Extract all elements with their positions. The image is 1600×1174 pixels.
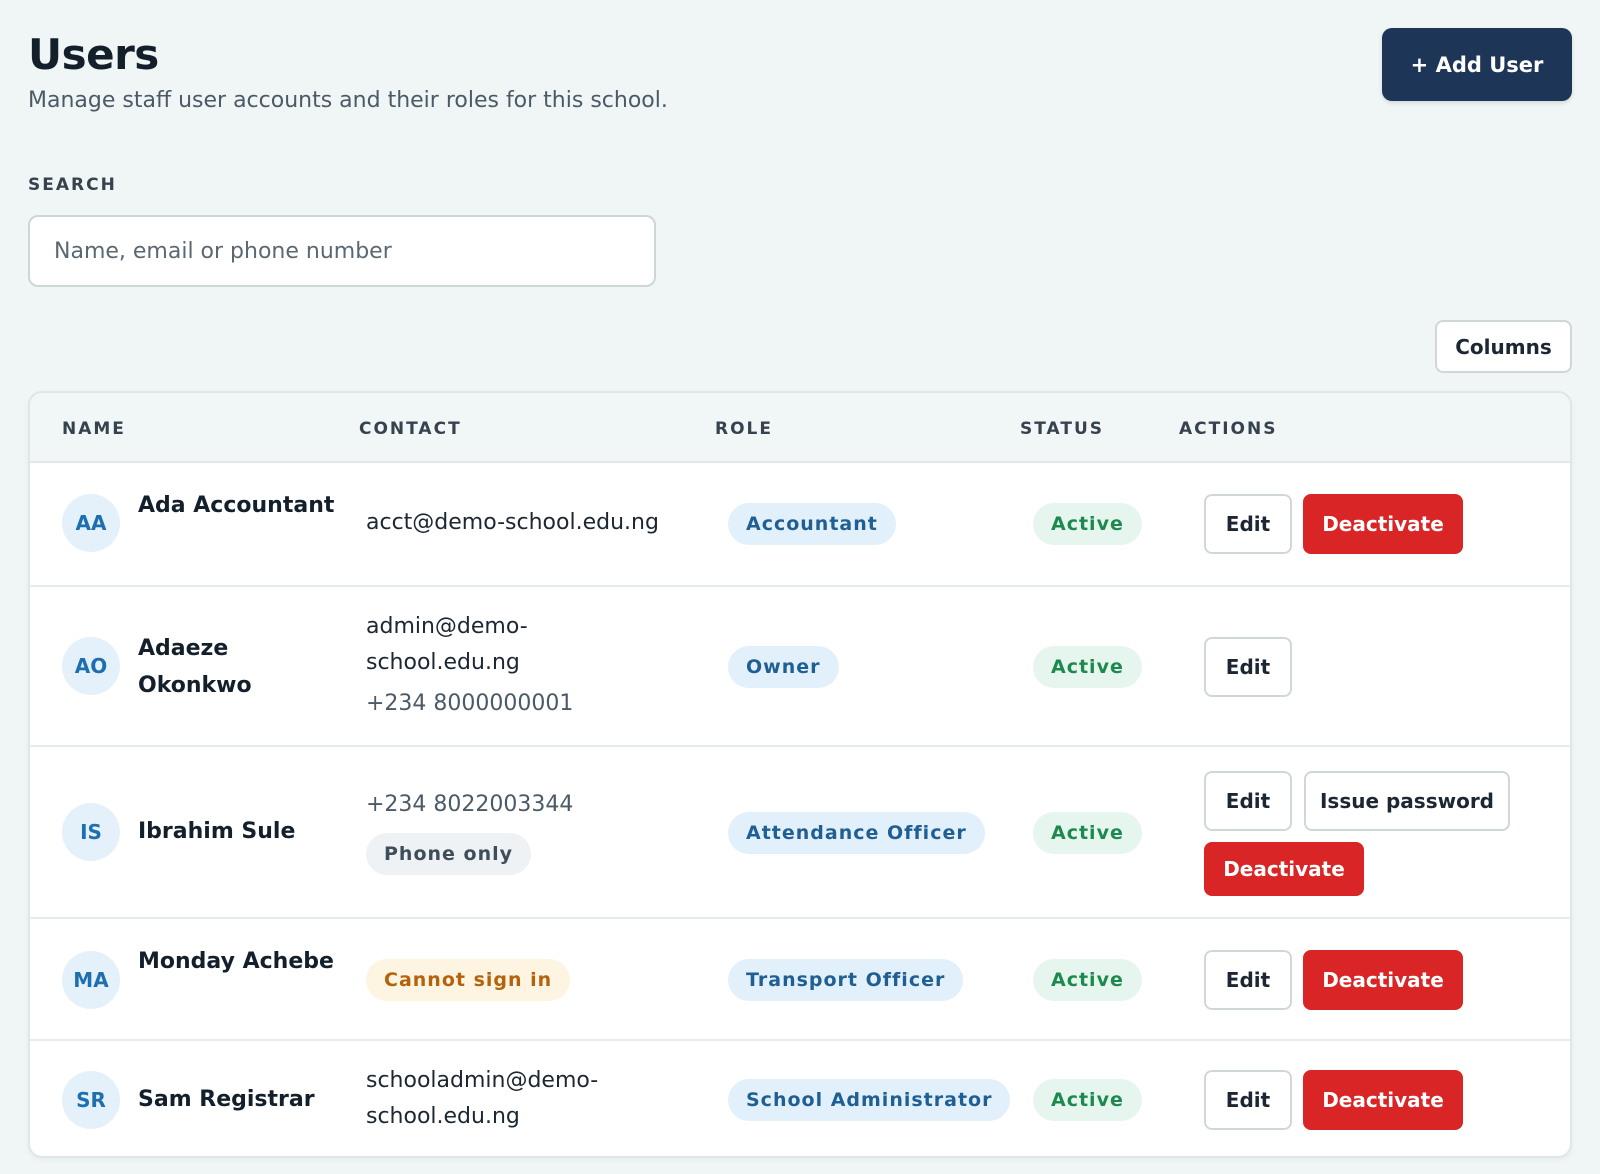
role-badge: Accountant xyxy=(728,503,896,545)
column-header-role: ROLE xyxy=(715,419,773,439)
role-badge: Attendance Officer xyxy=(728,812,985,854)
role-badge: Owner xyxy=(728,646,839,688)
user-email: admin@demo-school.edu.ng xyxy=(366,614,528,675)
edit-button[interactable]: Edit xyxy=(1204,637,1292,697)
table-row: AO Adaeze Okonkwo admin@demo-school.edu.… xyxy=(30,587,1570,747)
user-email: acct@demo-school.edu.ng xyxy=(366,510,659,535)
deactivate-button[interactable]: Deactivate xyxy=(1303,1070,1463,1130)
user-name: Monday Achebe xyxy=(138,949,334,974)
users-page: Users Manage staff user accounts and the… xyxy=(28,0,1572,1158)
deactivate-button[interactable]: Deactivate xyxy=(1303,950,1463,1010)
table-row: SR Sam Registrar schooladmin@demo-school… xyxy=(30,1041,1570,1156)
edit-button[interactable]: Edit xyxy=(1204,1070,1292,1130)
deactivate-button[interactable]: Deactivate xyxy=(1303,494,1463,554)
role-badge: Transport Officer xyxy=(728,959,964,1001)
status-badge: Active xyxy=(1033,959,1142,1001)
table-row: AA Ada Accountant acct@demo-school.edu.n… xyxy=(30,463,1570,587)
users-table: NAME CONTACT ROLE STATUS ACTIONS AA Ada … xyxy=(28,391,1572,1158)
status-badge: Active xyxy=(1033,503,1142,545)
edit-button[interactable]: Edit xyxy=(1204,771,1292,831)
user-email: schooladmin@demo-school.edu.ng xyxy=(366,1068,599,1129)
user-name: Ibrahim Sule xyxy=(138,819,296,844)
cannot-sign-in-badge: Cannot sign in xyxy=(366,959,571,1001)
table-header: NAME CONTACT ROLE STATUS ACTIONS xyxy=(30,393,1570,463)
status-badge: Active xyxy=(1033,646,1142,688)
search-label: SEARCH xyxy=(28,175,117,195)
page-subtitle: Manage staff user accounts and their rol… xyxy=(28,88,668,113)
add-user-button[interactable]: + Add User xyxy=(1382,28,1572,101)
status-badge: Active xyxy=(1033,812,1142,854)
user-name: Adaeze Okonkwo xyxy=(138,636,252,698)
avatar: IS xyxy=(62,803,120,861)
user-phone: +234 8022003344 xyxy=(366,792,574,817)
table-row: IS Ibrahim Sule +234 8022003344 Phone on… xyxy=(30,747,1570,919)
column-header-actions: ACTIONS xyxy=(1179,419,1278,439)
avatar: AO xyxy=(62,637,120,695)
column-header-name: NAME xyxy=(62,419,126,439)
avatar: AA xyxy=(62,494,120,552)
columns-button[interactable]: Columns xyxy=(1435,320,1572,373)
status-badge: Active xyxy=(1033,1079,1142,1121)
search-input[interactable] xyxy=(28,215,656,287)
issue-password-button[interactable]: Issue password xyxy=(1304,771,1510,831)
table-row: MA Monday Achebe Cannot sign in Transpor… xyxy=(30,919,1570,1041)
avatar: SR xyxy=(62,1071,120,1129)
column-header-status: STATUS xyxy=(1020,419,1105,439)
column-header-contact: CONTACT xyxy=(359,419,462,439)
page-title: Users xyxy=(28,30,159,79)
user-name: Sam Registrar xyxy=(138,1087,315,1112)
avatar: MA xyxy=(62,951,120,1009)
user-name: Ada Accountant xyxy=(138,493,335,518)
role-badge: School Administrator xyxy=(728,1079,1011,1121)
edit-button[interactable]: Edit xyxy=(1204,950,1292,1010)
deactivate-button[interactable]: Deactivate xyxy=(1204,842,1364,896)
page-header: Users Manage staff user accounts and the… xyxy=(28,0,1572,150)
phone-only-badge: Phone only xyxy=(366,833,532,875)
user-phone: +234 8000000001 xyxy=(366,691,574,716)
edit-button[interactable]: Edit xyxy=(1204,494,1292,554)
